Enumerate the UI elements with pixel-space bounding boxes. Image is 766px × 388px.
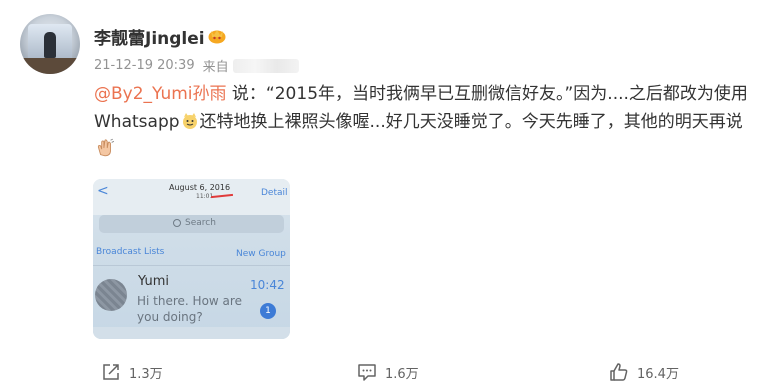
post-text: @By2_Yumi孙雨 说：“2015年，当时我俩早已互删微信好友。”因为...…	[94, 80, 762, 164]
search-icon	[173, 219, 181, 227]
phone-date: August 6, 2016	[169, 183, 231, 192]
post-text-part2: 还特地换上裸照头像喔...好几天没睡觉了。今天先睡了，其他的明天再说	[199, 112, 743, 132]
chat-name: Yumi	[138, 274, 169, 289]
post-image-thumbnail[interactable]: < August 6, 2016 11:01 Detail Search Bro…	[93, 179, 290, 339]
author-name[interactable]: 李靓蕾Jinglei	[94, 24, 205, 49]
chat-avatar-blurred	[95, 279, 127, 311]
source-device-blur	[232, 58, 299, 73]
repost-count: 1.3万	[129, 366, 163, 382]
avatar-figure	[44, 32, 56, 58]
waving-hand-icon	[97, 138, 115, 157]
vip-badge-icon[interactable]	[208, 28, 226, 44]
mention-link[interactable]: @By2_Yumi孙雨	[94, 84, 227, 104]
comment-icon	[358, 364, 376, 381]
thumbs-up-icon	[610, 363, 628, 381]
new-group-label: New Group	[236, 249, 286, 259]
like-count: 16.4万	[637, 366, 679, 382]
source-label: 来自	[202, 60, 229, 75]
comment-count: 1.6万	[385, 366, 419, 382]
comment-button[interactable]: 1.6万	[357, 362, 419, 382]
post-meta: 21-12-19 20:39 来自	[94, 56, 299, 75]
post-time[interactable]: 21-12-19 20:39	[94, 58, 195, 73]
phone-details: Detail	[261, 188, 288, 198]
author-avatar[interactable]	[20, 14, 80, 74]
chat-message-preview: Hi there. How are you doing?	[137, 294, 242, 324]
chat-time: 10:42	[250, 278, 285, 292]
phone-divider	[93, 265, 290, 266]
broadcast-lists-label: Broadcast Lists	[96, 247, 165, 257]
like-button[interactable]: 16.4万	[609, 362, 679, 382]
avatar-ground	[20, 58, 80, 74]
repost-button[interactable]: 1.3万	[101, 362, 163, 382]
back-chevron-icon: <	[97, 183, 109, 199]
cat-face-icon	[182, 113, 197, 129]
phone-search-label: Search	[185, 218, 216, 228]
phone-bottom-strip	[93, 327, 290, 339]
unread-badge: 1	[260, 303, 276, 319]
repost-icon	[103, 364, 119, 380]
